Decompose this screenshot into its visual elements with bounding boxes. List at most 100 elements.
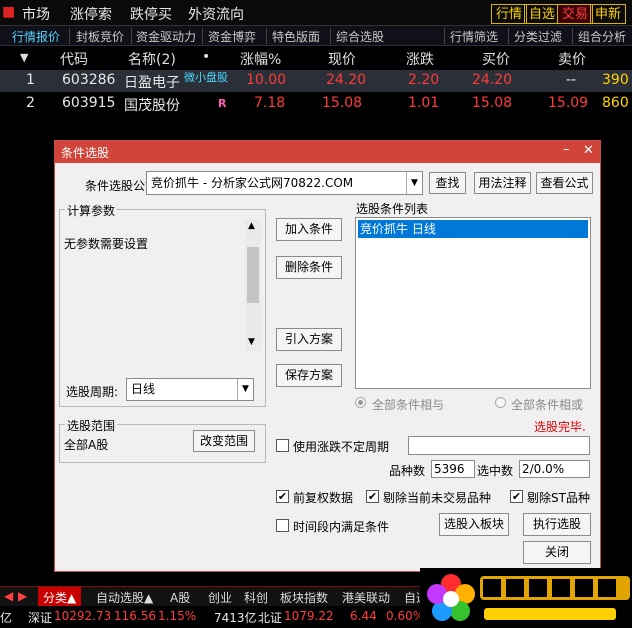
menu-foreign-flow[interactable]: 外资流向 [188, 4, 244, 24]
nav-right-icon[interactable]: ▶ [18, 589, 27, 603]
usage-button[interactable]: 用法注释 [474, 172, 531, 194]
row-name: 日盈电子 [124, 75, 180, 91]
sz-pct: 1.15% [158, 609, 197, 623]
tab-capital-game[interactable]: 资金博弈 [208, 28, 256, 45]
row-index: 2 [26, 95, 35, 111]
tab-capital-drive[interactable]: 资金驱动力 [136, 28, 196, 45]
tab-hk-us[interactable]: 港美联动 [342, 589, 390, 606]
nav-left-icon[interactable]: ◀ [4, 589, 13, 603]
bz-label: 北证 [258, 611, 283, 625]
period-label: 选股周期: [66, 385, 119, 399]
tab-sector-index[interactable]: 板块指数 [280, 589, 328, 606]
col-name[interactable]: 名称(2) [128, 49, 176, 69]
to-block-button[interactable]: 选股入板块 [439, 513, 509, 536]
col-code[interactable]: 代码 [60, 49, 88, 69]
minimize-icon[interactable]: – [563, 142, 570, 157]
logo-wordmark [480, 576, 630, 620]
col-dot: • [202, 49, 211, 65]
exclude-untraded-label: 剔除当前未交易品种 [383, 491, 492, 505]
fuquan-checkbox[interactable]: ✔ [276, 490, 289, 503]
save-plan-button[interactable]: 保存方案 [276, 364, 342, 387]
ipo-button[interactable]: 申新 [590, 4, 627, 24]
tab-category-filter[interactable]: 分类过滤 [514, 28, 562, 45]
view-formula-button[interactable]: 查看公式 [536, 172, 593, 194]
tab-auction[interactable]: 封板竞价 [76, 28, 124, 45]
radio-or[interactable] [495, 397, 506, 408]
col-chg[interactable]: 涨跌 [406, 49, 434, 69]
radio-or-label: 全部条件相或 [511, 398, 584, 412]
tab-stock-screen[interactable]: 综合选股 [336, 28, 384, 45]
menu-market[interactable]: 市场 [22, 4, 50, 24]
tab-quotes[interactable]: 行情报价 [12, 28, 60, 45]
tab-a-share[interactable]: A股 [170, 589, 190, 606]
close-icon[interactable]: ✕ [583, 143, 594, 158]
use-cycle-checkbox[interactable] [276, 439, 289, 452]
tab-chinext[interactable]: 创业 [208, 589, 232, 606]
row-ask: 15.09 [548, 95, 589, 111]
column-menu-icon[interactable]: ▼ [20, 51, 28, 64]
selected-label: 选中数 [477, 464, 514, 478]
flower-logo-icon [427, 574, 475, 621]
exclude-st-checkbox[interactable]: ✔ [510, 490, 523, 503]
params-scrollbar[interactable]: ▲ ▼ [245, 219, 261, 351]
find-button[interactable]: 查找 [429, 172, 466, 194]
quote-table-header: ▼ 代码 名称(2) • 涨幅% 现价 涨跌 买价 卖价 [0, 46, 632, 70]
count-label: 品种数 [389, 464, 426, 478]
col-ask[interactable]: 卖价 [558, 49, 586, 69]
condition-list[interactable]: 竞价抓牛 日线 [355, 217, 591, 389]
range-value: 全部A股 [64, 438, 109, 452]
sz-chg: 116.56 [114, 609, 156, 623]
add-condition-button[interactable]: 加入条件 [276, 218, 342, 241]
trade-button[interactable]: 交易 [557, 4, 594, 24]
row-code: 603286 [62, 72, 116, 88]
menu-limit-down[interactable]: 跌停买 [130, 4, 172, 24]
cycle-input[interactable] [408, 436, 590, 455]
period-satisfy-checkbox[interactable] [276, 519, 289, 532]
close-button[interactable]: 关闭 [523, 541, 591, 564]
tab-star[interactable]: 科创 [244, 589, 268, 606]
status-unit: 亿 [0, 611, 13, 625]
radio-dot [358, 400, 363, 405]
col-chg-pct[interactable]: 涨幅% [240, 49, 281, 69]
watchlist-button[interactable]: 自选 [524, 4, 561, 24]
formula-value: 竞价抓牛 - 分析家公式网70822.COM [151, 176, 354, 190]
chevron-down-icon[interactable]: ▼ [406, 172, 422, 194]
tab-special[interactable]: 特色版面 [272, 28, 320, 45]
change-range-button[interactable]: 改变范围 [193, 430, 255, 452]
tab-auto-screen[interactable]: 自动选股▲ [96, 589, 153, 606]
tab-portfolio[interactable]: 组合分析 [578, 28, 626, 45]
period-satisfy-label: 时间段内满足条件 [293, 520, 390, 534]
row-index: 1 [26, 72, 35, 88]
quote-button[interactable]: 行情 [491, 4, 528, 24]
top-menubar: ■ 市场 涨停索 跌停买 外资流向 行情 自选 交易 申新 [0, 0, 632, 26]
row-chg-pct: 10.00 [246, 72, 287, 88]
formula-select[interactable]: 竞价抓牛 - 分析家公式网70822.COM ▼ [146, 171, 423, 195]
row-tag: 微小盘股 [184, 71, 228, 84]
dialog-titlebar[interactable]: 条件选股 – ✕ [55, 141, 600, 163]
col-bid[interactable]: 买价 [482, 49, 510, 69]
sz-value: 10292.73 [54, 609, 112, 623]
fuquan-label: 前复权数据 [293, 491, 354, 505]
condition-list-label: 选股条件列表 [356, 202, 429, 216]
period-select[interactable]: 日线 ▼ [126, 378, 254, 401]
use-cycle-label: 使用涨跌不定周期 [293, 440, 390, 454]
menu-flag-icon[interactable]: ■ [2, 4, 15, 20]
delete-condition-button[interactable]: 删除条件 [276, 256, 342, 279]
exclude-untraded-checkbox[interactable]: ✔ [366, 490, 379, 503]
list-item[interactable]: 竞价抓牛 日线 [358, 220, 588, 238]
row-price: 24.20 [326, 72, 367, 88]
scroll-up-icon[interactable]: ▲ [248, 221, 255, 231]
menu-limit-up[interactable]: 涨停索 [70, 4, 112, 24]
import-plan-button[interactable]: 引入方案 [276, 328, 342, 351]
run-screen-button[interactable]: 执行选股 [523, 513, 591, 536]
col-price[interactable]: 现价 [328, 49, 356, 69]
tab-filter[interactable]: 行情筛选 [450, 28, 498, 45]
range-group-label: 选股范围 [65, 417, 118, 434]
chevron-down-icon[interactable]: ▼ [237, 379, 253, 400]
view-tabbar: 行情报价 封板竞价 资金驱动力 资金博弈 特色版面 综合选股 行情筛选 分类过滤… [0, 26, 632, 46]
condition-screen-dialog: 条件选股 – ✕ 条件选股公式 竞价抓牛 - 分析家公式网70822.COM ▼… [54, 140, 601, 572]
scroll-thumb[interactable] [247, 247, 259, 303]
scroll-down-icon[interactable]: ▼ [248, 337, 255, 347]
tab-category[interactable]: 分类▲ [38, 587, 82, 608]
row-price: 15.08 [322, 95, 363, 111]
